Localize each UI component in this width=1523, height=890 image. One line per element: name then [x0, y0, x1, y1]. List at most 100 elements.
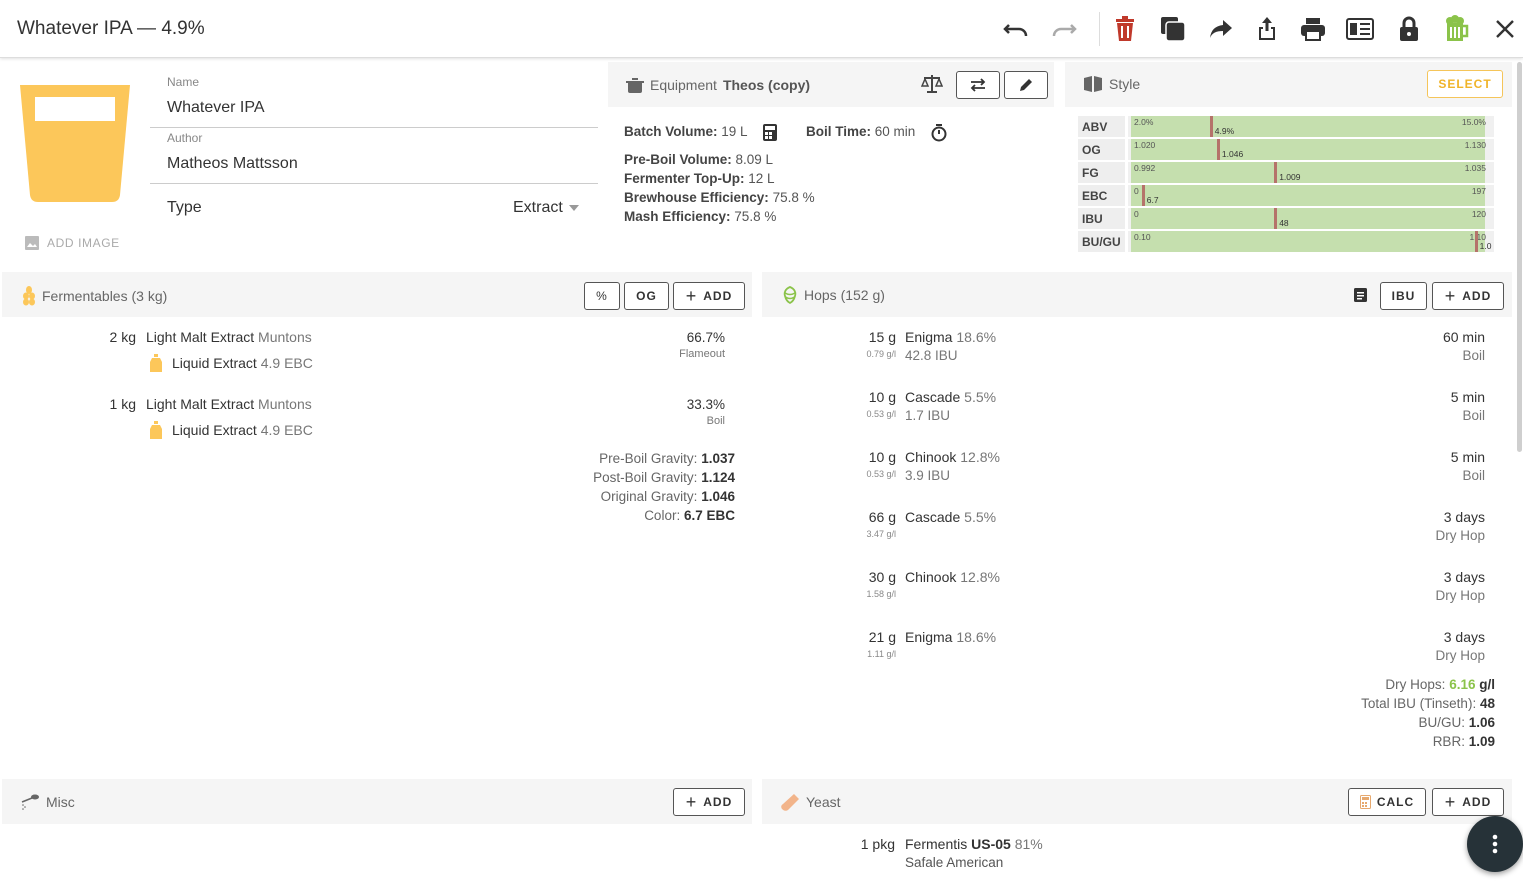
style-header: Style SELECT	[1065, 62, 1512, 107]
ibu-button[interactable]: IBU	[1380, 282, 1427, 310]
style-row-bar: 0.10 1.10 1.0	[1128, 231, 1494, 252]
og-button[interactable]: OG	[624, 282, 669, 310]
name-label: Name	[167, 75, 200, 89]
color-label: Color:	[644, 508, 681, 523]
hop-grams-per-liter: 0.53 g/l	[866, 409, 896, 419]
yeast-calc-button[interactable]: CALC	[1348, 788, 1426, 816]
close-icon[interactable]	[1491, 15, 1519, 43]
style-range-max: 1.035	[1464, 163, 1486, 173]
fermentable-amount: 2 kg	[109, 329, 136, 345]
misc-spoon-icon	[21, 794, 39, 810]
name-field[interactable]: Whatever IPA	[167, 99, 265, 117]
print-icon[interactable]	[1299, 15, 1327, 43]
style-row-label: FG	[1078, 162, 1125, 183]
boil-time-value: 60 min	[874, 124, 916, 139]
style-value: 1.0	[1479, 241, 1492, 251]
hop-alpha: 12.8%	[960, 569, 1000, 585]
pencil-icon	[1020, 79, 1032, 91]
fermentable-use: Flameout	[679, 348, 725, 360]
swap-equipment-button[interactable]	[956, 71, 1000, 99]
hop-use: Boil	[1462, 348, 1485, 363]
vertical-scrollbar[interactable]	[1517, 62, 1522, 452]
add-image-button[interactable]: ADD IMAGE	[25, 236, 120, 250]
brewsheet-icon[interactable]	[1346, 15, 1374, 43]
fermentable-name-text: Light Malt Extract	[146, 329, 255, 345]
original-gravity-value: 1.046	[701, 489, 735, 504]
bugu-value: 1.06	[1468, 715, 1495, 730]
edit-equipment-button[interactable]	[1004, 71, 1048, 99]
style-row-abv: ABV 2.0% 15.0% 4.9%	[1078, 116, 1494, 138]
add-misc-button[interactable]: + ADD	[673, 788, 745, 816]
plus-icon: +	[1444, 285, 1457, 306]
style-row-ebc: EBC 0 197 6.7	[1078, 185, 1494, 207]
style-range-min: 0	[1134, 186, 1139, 196]
add-hop-button[interactable]: + ADD	[1432, 282, 1504, 310]
style-range-max: 120	[1471, 209, 1486, 219]
style-row-ibu: IBU 0 120 48	[1078, 208, 1494, 230]
style-value-marker	[1209, 116, 1213, 137]
hop-use: Boil	[1462, 468, 1485, 483]
boil-time: Boil Time: 60 min	[806, 124, 915, 139]
pre-boil-gravity-value: 1.037	[701, 451, 735, 466]
yeast-product-code: US-05	[971, 836, 1011, 852]
delete-icon[interactable]	[1111, 15, 1139, 43]
yeast-label: Yeast	[806, 794, 841, 810]
recipe-title-name: Whatever IPA	[17, 18, 132, 39]
style-value-marker	[1274, 208, 1278, 229]
yeast-tube-icon	[781, 794, 799, 811]
author-field[interactable]: Matheos Mattsson	[167, 155, 298, 173]
batch-volume-value: 19 L	[721, 124, 748, 139]
add-yeast-label: ADD	[1462, 795, 1492, 809]
original-gravity: Original Gravity: 1.046	[601, 489, 735, 504]
undo-icon[interactable]	[1002, 15, 1030, 43]
redo-icon[interactable]	[1050, 15, 1078, 43]
hop-amount: 10 g	[868, 449, 896, 465]
color-value: 6.7 EBC	[683, 508, 735, 523]
percent-button[interactable]: %	[584, 282, 620, 310]
grain-icon	[23, 286, 35, 306]
fermentable-brand: Muntons	[258, 329, 312, 345]
rbr-value: 1.09	[1468, 734, 1495, 749]
fermentable-type-text: Liquid Extract	[172, 355, 257, 371]
fermenter-topup: Fermenter Top-Up: 12 L	[624, 171, 775, 186]
hop-name: Enigma 18.6%	[905, 629, 996, 645]
type-select[interactable]: Extract	[513, 199, 579, 217]
swap-icon	[970, 78, 986, 92]
more-actions-button[interactable]	[1467, 816, 1523, 872]
add-fermentable-button[interactable]: + ADD	[673, 282, 745, 310]
pre-boil-volume: Pre-Boil Volume: 8.09 L	[624, 152, 773, 167]
copy-icon[interactable]	[1159, 15, 1187, 43]
timer-icon[interactable]	[931, 124, 947, 145]
style-row-bar: 2.0% 15.0% 4.9%	[1128, 116, 1494, 137]
hop-time: 3 days	[1443, 569, 1485, 585]
type-label: Type	[167, 199, 202, 216]
fermentable-type-text: Liquid Extract	[172, 422, 257, 438]
plus-icon: +	[1444, 791, 1457, 812]
plus-icon: +	[685, 285, 698, 306]
fermentable-ebc: 4.9 EBC	[260, 422, 313, 438]
style-range	[1131, 162, 1485, 183]
beer-icon[interactable]	[1443, 15, 1471, 43]
add-image-label: ADD IMAGE	[47, 236, 120, 250]
share-icon[interactable]	[1207, 15, 1235, 43]
style-range	[1131, 208, 1485, 229]
hop-name: Chinook 12.8%	[905, 569, 1000, 585]
select-style-button[interactable]: SELECT	[1427, 70, 1503, 98]
add-yeast-button[interactable]: + ADD	[1432, 788, 1504, 816]
notes-icon[interactable]	[1354, 288, 1367, 305]
fermentable-amount: 1 kg	[109, 396, 136, 412]
calculator-icon[interactable]	[763, 124, 777, 144]
style-row-og: OG 1.020 1.130 1.046	[1078, 139, 1494, 161]
export-icon[interactable]	[1253, 15, 1281, 43]
bugu-label: BU/GU:	[1418, 715, 1465, 730]
lock-icon[interactable]	[1395, 15, 1423, 43]
brewhouse-efficiency: Brewhouse Efficiency: 75.8 %	[624, 190, 815, 205]
style-value-marker	[1216, 139, 1220, 160]
yeast-lab: Fermentis	[905, 836, 968, 852]
hop-alpha: 5.5%	[964, 509, 997, 525]
brewhouse-value: 75.8 %	[772, 190, 815, 205]
original-gravity-label: Original Gravity:	[600, 489, 698, 504]
app-header: Whatever IPA — 4.9%	[0, 0, 1523, 58]
batch-volume: Batch Volume: 19 L	[624, 124, 748, 139]
scale-icon[interactable]	[920, 74, 944, 97]
